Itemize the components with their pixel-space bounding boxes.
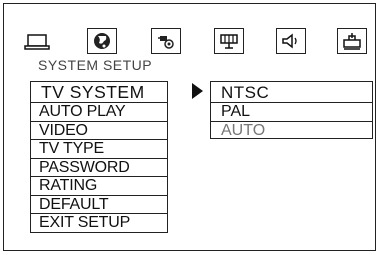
option-ntsc[interactable]: NTSC xyxy=(210,81,373,103)
menu-item-tv-system[interactable]: TV SYSTEM xyxy=(31,82,167,103)
digital-setup-icon xyxy=(341,31,363,51)
tab-video-setup[interactable] xyxy=(214,28,244,54)
menu-item-password[interactable]: PASSWORD xyxy=(31,159,167,177)
tab-audio-setup[interactable] xyxy=(151,28,181,54)
selection-arrow-icon xyxy=(192,83,203,99)
tab-digital-setup[interactable] xyxy=(337,28,367,54)
menu-item-tv-type[interactable]: TV TYPE xyxy=(31,140,167,159)
tab-language[interactable] xyxy=(87,28,117,54)
page-caption: SYSTEM SETUP xyxy=(38,57,153,73)
setup-menu: TV SYSTEM AUTO PLAY VIDEO TV TYPE PASSWO… xyxy=(30,81,168,233)
language-icon xyxy=(92,31,112,51)
tab-speaker[interactable] xyxy=(276,28,306,54)
menu-item-default[interactable]: DEFAULT xyxy=(31,196,167,214)
option-auto[interactable]: AUTO xyxy=(210,121,373,139)
system-setup-icon xyxy=(23,30,51,52)
menu-item-video[interactable]: VIDEO xyxy=(31,122,167,140)
tv-system-submenu: NTSC PAL AUTO xyxy=(210,81,373,139)
menu-item-exit-setup[interactable]: EXIT SETUP xyxy=(31,214,167,233)
menu-item-rating[interactable]: RATING xyxy=(31,177,167,196)
option-pal[interactable]: PAL xyxy=(210,103,373,121)
tab-system-setup[interactable] xyxy=(22,28,52,54)
menu-item-auto-play[interactable]: AUTO PLAY xyxy=(31,103,167,122)
speaker-icon xyxy=(280,31,302,51)
audio-setup-icon xyxy=(156,31,176,51)
video-setup-icon xyxy=(218,31,240,51)
